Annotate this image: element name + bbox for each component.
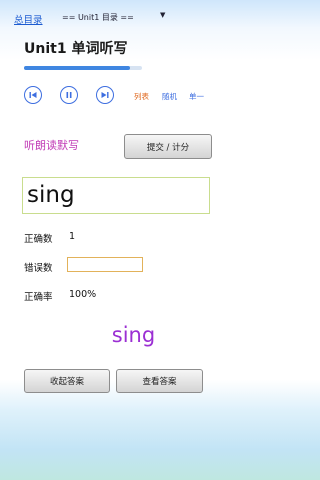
previous-button[interactable] xyxy=(24,86,42,104)
pause-icon xyxy=(66,92,72,98)
accuracy-rate-value: 100% xyxy=(69,289,97,300)
progress-bar xyxy=(24,66,142,70)
accuracy-rate-label: 正确率 xyxy=(24,292,53,303)
page-title: Unit1 单词听写 xyxy=(24,41,128,57)
show-answer-button[interactable]: 查看答案 xyxy=(116,369,203,393)
wrong-count-value xyxy=(67,257,143,272)
wrong-count-label: 错误数 xyxy=(24,263,53,274)
collapse-answer-button[interactable]: 收起答案 xyxy=(24,369,110,393)
skip-next-icon xyxy=(101,92,109,98)
correct-count-label: 正确数 xyxy=(24,234,53,245)
answer-word: sing xyxy=(111,323,156,347)
skip-previous-icon xyxy=(29,92,37,98)
spelling-input[interactable]: sing xyxy=(22,177,210,214)
unit-directory-select[interactable]: == Unit1 目录 == xyxy=(62,12,134,23)
correct-count-value: 1 xyxy=(69,231,76,242)
pause-button[interactable] xyxy=(60,86,78,104)
dictation-section-label: 听朗读默写 xyxy=(24,139,79,152)
home-directory-link[interactable]: 总目录 xyxy=(14,12,43,26)
progress-fill xyxy=(24,66,131,70)
mode-single-option[interactable]: 单一 xyxy=(189,91,204,102)
submit-score-button[interactable]: 提交 / 计分 xyxy=(124,134,212,159)
mode-random-option[interactable]: 随机 xyxy=(162,91,177,102)
mode-list-option[interactable]: 列表 xyxy=(134,91,149,102)
chevron-down-icon[interactable]: ▼ xyxy=(160,11,165,19)
top-nav-bar: 总目录 == Unit1 目录 == ▼ xyxy=(0,0,267,26)
next-button[interactable] xyxy=(96,86,114,104)
